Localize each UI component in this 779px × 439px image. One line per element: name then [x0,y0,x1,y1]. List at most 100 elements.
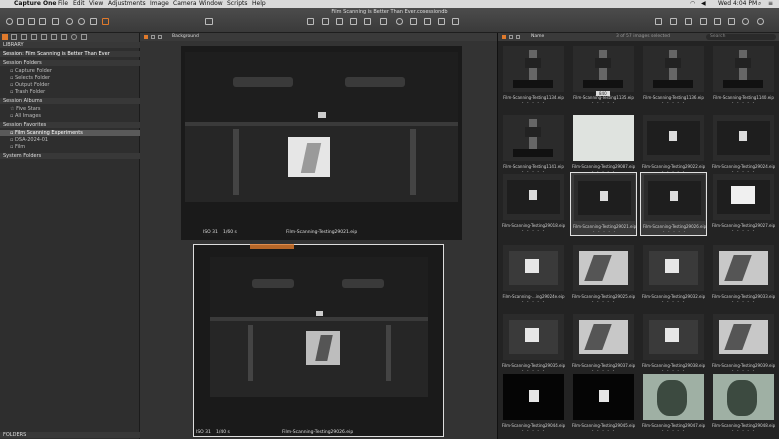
thumbnail[interactable]: Film-Scanning-Testing29039.eip • • • • • [710,312,777,376]
exposure-tab-icon[interactable] [41,34,47,40]
thumbnail[interactable]: Film-Scanning-Testing29048.eip • • • • • [710,372,777,436]
eyedropper-icon[interactable] [728,18,735,25]
session-albums-header[interactable]: Session Albums [0,98,142,104]
camera-icon[interactable] [205,18,213,25]
notification-icon[interactable]: ≡ [768,0,773,8]
thumbnail[interactable]: Film-Scanning-Testing29038.eip • • • • • [640,312,707,376]
crop-tool-icon[interactable] [350,18,357,25]
thumbnail[interactable]: Film-Scanning-Testing29025.eip • • • • • [570,243,637,307]
text-icon[interactable] [700,18,707,25]
menu-scripts[interactable]: Scripts [227,0,248,8]
thumbnail-rating[interactable]: • • • • • [640,300,707,304]
background-select[interactable]: Background [172,33,199,41]
sort-select[interactable]: Name [531,33,544,41]
capture-tab-icon[interactable] [11,34,17,40]
undo-icon[interactable] [66,18,73,25]
thumbnail[interactable]: Film-Scanning-Testing29037.eip • • • • • [570,312,637,376]
settings-gear-icon[interactable] [757,18,764,25]
detail-tab-icon[interactable] [51,34,57,40]
thumbnail-rating[interactable]: • • • • • [570,101,637,105]
thumbnail[interactable]: Film-Scanning-Testing29047.eip • • • • • [640,372,707,436]
picker-tool-icon[interactable] [438,18,445,25]
thumbnail[interactable]: Film-Scanning-...ing29024e.eip • • • • • [500,243,567,307]
folders-footer[interactable]: FOLDERS [0,432,142,438]
spotlight-icon[interactable]: ⌕ [758,0,761,8]
warning-icon[interactable] [670,18,677,25]
list-layout-icon[interactable] [509,35,513,39]
exposure-warning-icon[interactable] [685,18,692,25]
menu-window[interactable]: Window [199,0,223,8]
thumbnail-rating[interactable]: • • • • • [640,429,707,433]
thumbnail[interactable]: Film-Scanning-Testing29018.eip • • • • • [500,172,567,236]
thumbnail[interactable]: Film-Scanning-Testing1136.eip • • • • • [640,44,707,108]
thumbnail-rating[interactable]: • • • • • [710,429,777,433]
thumbnail-rating[interactable]: • • • • • [710,229,777,233]
annotation-tool-icon[interactable] [452,18,459,25]
multi-view-icon[interactable] [151,35,155,39]
thumbnail[interactable]: Film-Scanning-Testing29022.eip• • • • • [640,113,707,177]
export-icon[interactable] [17,18,24,25]
lens-tab-icon[interactable] [21,34,27,40]
sidebar-item-selects-folder[interactable]: ▫ Selects Folder [0,75,149,81]
folder-icon[interactable] [28,18,35,25]
viewer-image-bottom[interactable]: ISO 31 1/40 s Film-Scanning-Testing29026… [193,244,444,437]
sidebar-item-five-stars[interactable]: ☆ Five Stars [0,106,149,112]
proof-icon[interactable] [742,18,749,25]
trash-icon[interactable] [52,18,59,25]
copy-apply-icon[interactable] [102,18,109,25]
system-folders-header[interactable]: System Folders [0,153,142,159]
pan-tool-icon[interactable] [322,18,329,25]
import-icon[interactable] [6,18,13,25]
thumbnail-rating[interactable]: • • • • • [500,429,567,433]
thumbnail[interactable]: Film-Scanning-Testing29026.eip • • • • • [640,172,707,236]
grid-layout-icon[interactable] [502,35,506,39]
filmstrip-layout-icon[interactable] [516,35,520,39]
menu-app-name[interactable]: Capture One [14,0,56,8]
eraser-tool-icon[interactable] [424,18,431,25]
sidebar-item-all-images[interactable]: ▫ All Images [0,113,149,119]
menu-view[interactable]: View [89,0,103,8]
thumbnail-rating[interactable]: • • • • • [641,230,708,234]
thumbnail[interactable]: Film-Scanning-Testing29027.eip • • • • • [710,172,777,236]
thumbnail[interactable]: Film-Scanning-Testing29035.eip • • • • • [500,312,567,376]
library-tab-icon[interactable] [2,34,8,40]
sidebar-item-dsa[interactable]: ▫ DSA-2024-01 [0,137,149,143]
sidebar-item-film[interactable]: ▫ Film [0,144,149,150]
thumbnail-rating[interactable]: • • • • • [710,101,777,105]
session-folders-header[interactable]: Session Folders [0,60,142,66]
session-favorites-header[interactable]: Session Favorites [0,122,142,128]
menu-clock[interactable]: Wed 4:04 PM [718,0,757,8]
thumbnail[interactable]: Film-Scanning-Testing1134.eip • • • • • [500,44,567,108]
menu-adjustments[interactable]: Adjustments [108,0,146,8]
thumbnail-rating[interactable]: • • • • • [570,300,637,304]
metadata-tab-icon[interactable] [71,34,77,40]
reset-icon[interactable] [90,18,97,25]
thumbnail[interactable]: Film-Scanning-Testing1140.eip • • • • • [710,44,777,108]
output-tab-icon[interactable] [81,34,87,40]
edit-icon[interactable] [714,18,721,25]
menu-file[interactable]: File [58,0,68,8]
filmstrip-view-icon[interactable] [158,35,162,39]
thumbnail[interactable]: Film-Scanning-Testing29024.eip • • • • • [710,113,777,177]
zoom-tool-icon[interactable] [336,18,343,25]
library-header[interactable]: LIBRARY [0,42,142,48]
thumbnail[interactable]: Film-Scanning-Testing29033.eip • • • • • [710,243,777,307]
sidebar-item-trash-folder[interactable]: ▫ Trash Folder [0,89,149,95]
grid-view-icon[interactable] [655,18,662,25]
thumbnail[interactable]: Film-Scanning-Testing1135.eip • • • • • [570,44,637,108]
thumbnail-rating[interactable]: • • • • • [570,429,637,433]
sidebar-item-capture-folder[interactable]: ▫ Capture Folder [0,68,149,74]
sidebar-item-output-folder[interactable]: ▫ Output Folder [0,82,149,88]
sidebar-item-film-scanning-experiments[interactable]: ▫ Film Scanning Experiments [0,130,149,136]
menu-camera[interactable]: Camera [173,0,197,8]
viewer-image-top[interactable]: ISO 31 1/60 s Film-Scanning-Testing29021… [181,46,462,240]
search-input[interactable]: Search [706,34,776,40]
thumbnail-rating[interactable]: • • • • • [500,101,567,105]
thumbnail[interactable]: Film-Scanning-Testing29021.eip • • • • • [570,172,637,236]
spot-removal-icon[interactable] [396,18,403,25]
thumbnail[interactable]: Film-Scanning-Testing29045.eip • • • • • [570,372,637,436]
thumbnail[interactable]: Film-Scanning-Testing1141.eip • • • • • [500,113,567,177]
thumbnail[interactable]: Film-Scanning-Testing29044.eip • • • • • [500,372,567,436]
thumbnail-rating[interactable]: • • • • • [500,300,567,304]
menu-help[interactable]: Help [252,0,266,8]
